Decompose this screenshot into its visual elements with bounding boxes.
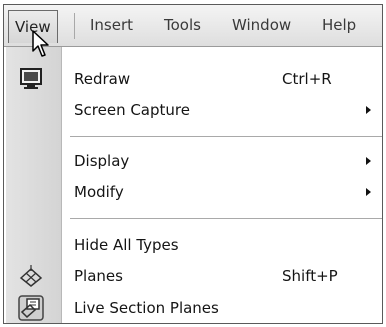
menu-item-display[interactable]: Display [6, 145, 382, 177]
menu-window: View Insert Tools Window Help Redraw Ctr… [3, 4, 383, 324]
menu-item-label: Redraw [74, 70, 131, 88]
menu-item-planes[interactable]: Planes Shift+P [6, 260, 382, 292]
menu-item-modify[interactable]: Modify [6, 176, 382, 208]
menu-divider [70, 218, 382, 219]
menu-window[interactable]: Window [232, 14, 291, 36]
menu-help[interactable]: Help [322, 14, 356, 36]
menu-item-label: Planes [74, 267, 123, 285]
menu-item-redraw[interactable]: Redraw Ctrl+R [6, 63, 382, 95]
redraw-monitor-icon [20, 68, 42, 89]
menu-item-screen-capture[interactable]: Screen Capture [6, 94, 382, 126]
planes-icon [19, 265, 43, 287]
submenu-arrow-icon [366, 106, 371, 114]
menu-item-label: Display [74, 152, 130, 170]
menu-item-label: Live Section Planes [74, 299, 219, 317]
menu-separator [74, 13, 75, 39]
menu-bar: View Insert Tools Window Help [4, 5, 382, 47]
mouse-pointer-icon [32, 30, 49, 57]
menu-item-label: Modify [74, 183, 124, 201]
menu-item-label: Screen Capture [74, 101, 190, 119]
menu-insert[interactable]: Insert [90, 14, 133, 36]
submenu-arrow-icon [366, 157, 371, 165]
menu-item-shortcut: Shift+P [282, 267, 338, 285]
live-section-planes-icon [18, 295, 44, 321]
menu-divider [70, 136, 382, 137]
menu-tools[interactable]: Tools [164, 14, 201, 36]
menu-item-live-section-planes[interactable]: Live Section Planes [6, 292, 382, 323]
menu-item-hide-all-types[interactable]: Hide All Types [6, 229, 382, 261]
menu-item-shortcut: Ctrl+R [282, 70, 332, 88]
submenu-arrow-icon [366, 188, 371, 196]
view-menu-dropdown: Redraw Ctrl+R Screen Capture Display Mod… [6, 47, 382, 323]
menu-item-label: Hide All Types [74, 236, 179, 254]
